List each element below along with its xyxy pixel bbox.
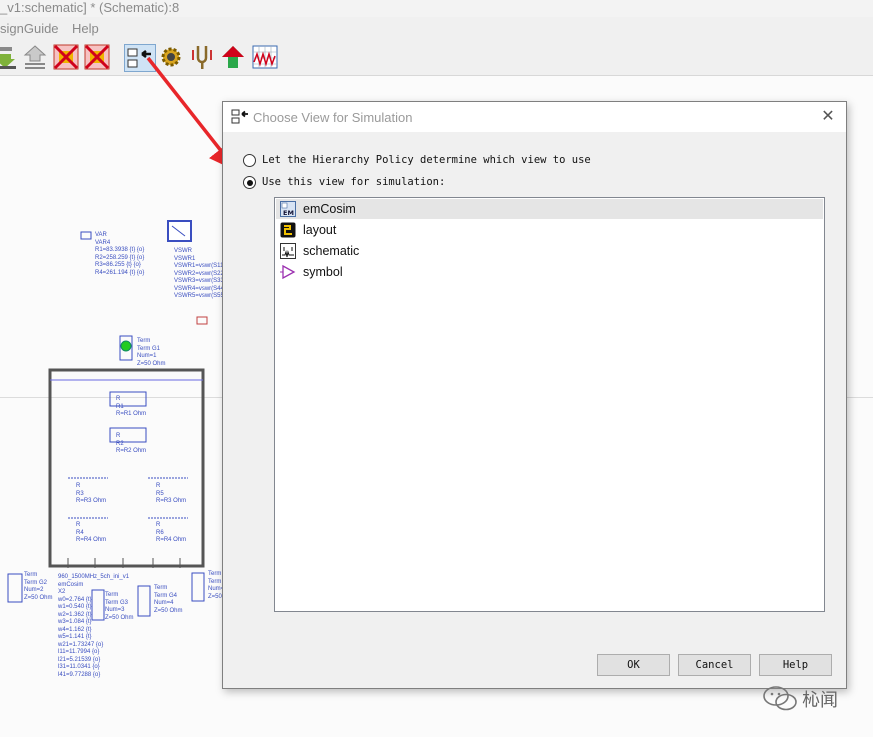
dialog-title: Choose View for Simulation	[253, 110, 413, 125]
deactivate-x-icon[interactable]	[84, 44, 110, 70]
close-icon[interactable]: ✕	[819, 108, 837, 126]
help-button[interactable]: Help	[759, 654, 832, 676]
symbol-icon	[280, 264, 296, 280]
r5-text: R R5 R=R3 Ohm	[156, 483, 187, 504]
list-item-layout[interactable]: layout	[276, 220, 823, 240]
r1-text: R R1 R=R1 Ohm	[116, 396, 147, 417]
deactivate-x-icon[interactable]	[53, 44, 79, 70]
wechat-icon	[763, 686, 797, 711]
arrow-up-icon[interactable]	[220, 44, 246, 70]
list-item-symbol[interactable]: symbol	[276, 262, 823, 282]
menu-item-designguide[interactable]: signGuide	[0, 21, 59, 36]
simulate-up-icon[interactable]	[22, 44, 48, 70]
tuning-fork-icon[interactable]	[189, 44, 215, 70]
choose-view-dialog: Choose View for Simulation ✕ Let the Hie…	[222, 101, 847, 689]
r4-text: R R4 R=R4 Ohm	[76, 522, 107, 543]
ok-button[interactable]: OK	[597, 654, 670, 676]
view-list[interactable]: EM emCosim layout schematic symbol	[274, 197, 825, 612]
svg-text:EM: EM	[283, 209, 294, 217]
var-block-text: VAR VAR4 R1=83.3938 {t} {o} R2=258.259 {t} …	[95, 232, 145, 276]
list-item-schematic[interactable]: schematic	[276, 241, 823, 261]
emcosim-icon: EM	[280, 201, 296, 217]
radio-button-policy[interactable]	[243, 154, 256, 167]
cancel-button[interactable]: Cancel	[678, 654, 751, 676]
watermark-text: 杺闻	[802, 690, 838, 710]
layout-icon	[280, 222, 296, 238]
vswr-block-text: VSWR VSWR1 VSWR1=vswr(S11) VSWR2=vswr(S22) V…	[174, 248, 226, 299]
list-item-label: symbol	[303, 265, 343, 279]
gear-icon[interactable]	[158, 44, 184, 70]
watermark: 杺闻	[758, 683, 868, 713]
radio-hierarchy-policy-label: Let the Hierarchy Policy determine which…	[262, 154, 591, 166]
list-item-emcosim[interactable]: EM emCosim	[276, 199, 823, 219]
dialog-title-bar: Choose View for Simulation ✕	[223, 102, 846, 132]
window-title-bar: _v1:schematic] * (Schematic):8	[0, 0, 873, 17]
r2-text: R R2 R=R2 Ohm	[116, 433, 147, 454]
list-item-label: emCosim	[303, 202, 356, 216]
choose-view-icon[interactable]	[124, 44, 156, 72]
choose-view-icon	[231, 109, 248, 124]
radio-button-use-view[interactable]	[243, 176, 256, 189]
term3-text: Term Term G3 Num=3 Z=50 Ohm	[105, 592, 134, 621]
waveform-grid-icon[interactable]	[252, 44, 278, 70]
menu-item-help[interactable]: Help	[72, 21, 99, 36]
list-item-label: layout	[303, 223, 337, 237]
menu-bar: signGuide Help	[0, 17, 873, 40]
subcircuit-block-text: 960_1500MHz_5ch_ini_v1 emCosim X2 w0=2.764 …	[58, 574, 130, 678]
toolbar	[0, 40, 873, 76]
radio-use-this-view-label: Use this view for simulation:	[262, 176, 446, 188]
window-title: _v1:schematic] * (Schematic):8	[0, 0, 180, 15]
list-item-label: schematic	[303, 244, 360, 258]
r6-text: R R6 R=R4 Ohm	[156, 522, 187, 543]
r3-text: R R3 R=R3 Ohm	[76, 483, 107, 504]
simulate-down-icon[interactable]	[0, 44, 22, 70]
term4-text: Term Term G4 Num=4 Z=50 Ohm	[154, 585, 183, 614]
term2-text: Term Term G2 Num=2 Z=50 Ohm	[24, 572, 53, 601]
schematic-icon	[280, 243, 296, 259]
term1-text: Term Term G1 Num=1 Z=50 Ohm	[137, 338, 166, 367]
